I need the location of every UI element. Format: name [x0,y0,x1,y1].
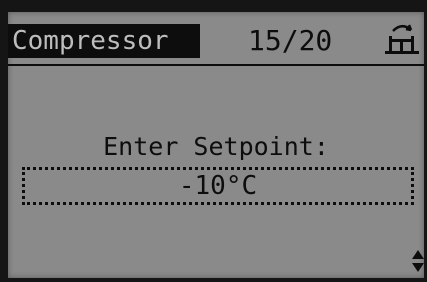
page-counter: 15/20 [248,24,333,57]
menu-title: Compressor [8,24,200,58]
device-bezel: Compressor 15/20 Enter Setpoint: -10°C [0,0,427,282]
setpoint-prompt: Enter Setpoint: [103,132,329,161]
setpoint-value-field[interactable]: -10°C [22,167,414,205]
up-down-arrows-icon [412,250,424,272]
header-divider [8,64,424,66]
header-bar: Compressor 15/20 [8,20,424,66]
lcd-screen: Compressor 15/20 Enter Setpoint: -10°C [8,12,424,278]
menu-tree-icon [385,24,419,54]
